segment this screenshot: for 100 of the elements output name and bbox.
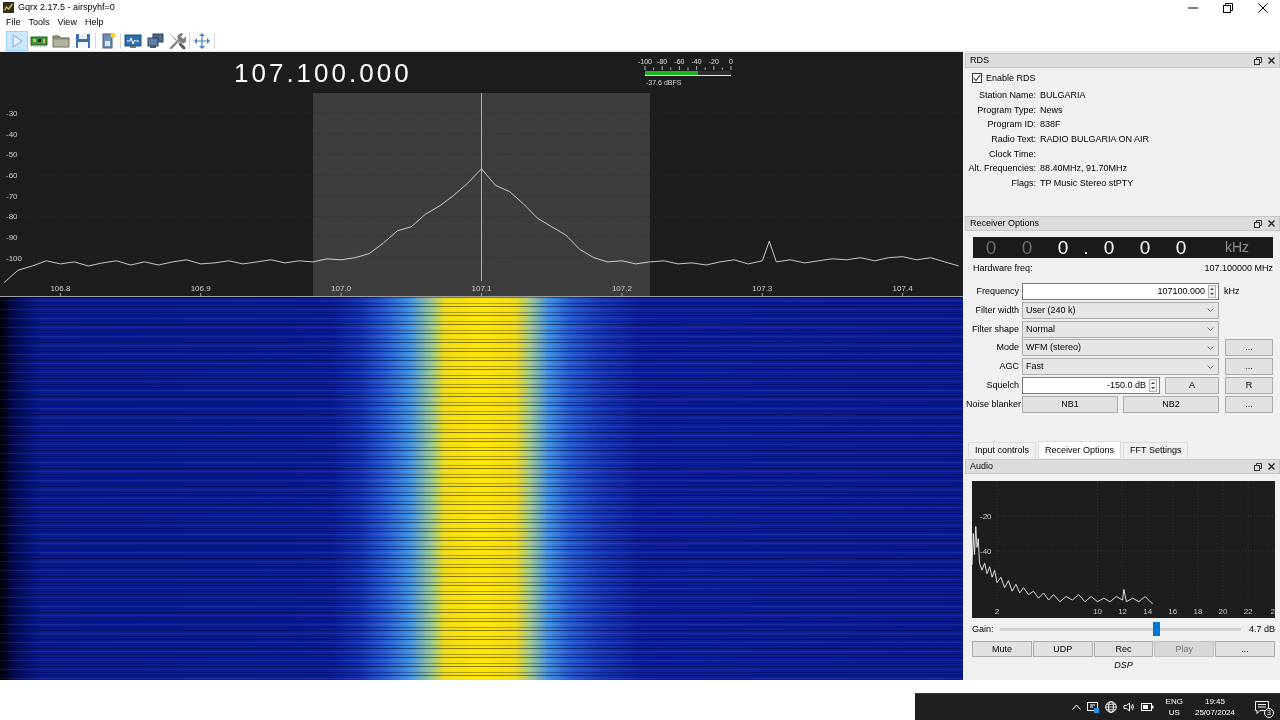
lcd-digit: 0 bbox=[1020, 237, 1034, 258]
field-value: 838F bbox=[1040, 118, 1062, 132]
receiver-button[interactable]: ... bbox=[1225, 339, 1273, 357]
axis-label: -50 bbox=[6, 150, 18, 160]
axis-label: -70 bbox=[6, 191, 18, 201]
gain-reading: 4.7 dB bbox=[1248, 623, 1275, 635]
spin-arrows-icon[interactable] bbox=[1208, 285, 1216, 298]
close-icon[interactable] bbox=[1268, 57, 1275, 64]
menu-item[interactable]: View bbox=[53, 17, 81, 28]
slider-handle[interactable] bbox=[1153, 622, 1161, 636]
field-label: Noise blanker bbox=[966, 398, 1022, 410]
speaker-icon[interactable] bbox=[1122, 701, 1135, 713]
menu-item[interactable]: Help bbox=[80, 17, 108, 28]
panel-title: Receiver Options bbox=[970, 218, 1040, 229]
axis-label: 106.9 bbox=[190, 284, 211, 293]
axis-label: -20 bbox=[980, 512, 992, 521]
undock-icon[interactable] bbox=[1254, 56, 1262, 65]
field-label: Radio Text: bbox=[990, 133, 1036, 147]
axis-label: 107.2 bbox=[611, 284, 632, 293]
chevron-down-icon bbox=[1207, 308, 1214, 313]
lcd-digit: 0 bbox=[1056, 237, 1070, 258]
spin-box[interactable]: -150.0 dB bbox=[1022, 377, 1160, 394]
spin-box[interactable]: 107100.000 bbox=[1022, 283, 1219, 300]
panel-title: RDS bbox=[970, 55, 989, 66]
clock-date[interactable]: 25/07/2024 bbox=[1194, 707, 1235, 718]
lcd-digit: 0 bbox=[984, 237, 998, 258]
region-indicator[interactable]: US bbox=[1168, 707, 1180, 718]
dropdown[interactable]: WFM (stereo) bbox=[1022, 339, 1219, 357]
field-value: BULGARIA bbox=[1040, 89, 1087, 102]
audio-button[interactable]: Rec bbox=[1093, 641, 1154, 657]
receiver-button[interactable]: NB2 bbox=[1123, 395, 1219, 413]
undock-icon[interactable] bbox=[1254, 462, 1262, 471]
dropdown[interactable]: Fast bbox=[1022, 358, 1219, 376]
checkmark-icon bbox=[973, 74, 981, 82]
chevron-down-icon bbox=[1207, 345, 1214, 350]
field-value: 107.100000 MHz bbox=[1204, 262, 1273, 274]
close-icon[interactable] bbox=[1268, 220, 1275, 227]
axis-label: 12 bbox=[1118, 607, 1128, 616]
axis-label: 20 bbox=[1218, 607, 1228, 616]
tab[interactable]: FFT Settings bbox=[1123, 442, 1189, 458]
field-label: Station Name: bbox=[977, 89, 1036, 102]
axis-label: -60 bbox=[6, 171, 18, 180]
chevron-up-icon[interactable] bbox=[1071, 704, 1081, 710]
field-label: Filter shape bbox=[970, 323, 1020, 335]
field-label: Filter width bbox=[974, 304, 1020, 316]
axis-label: 18 bbox=[1193, 607, 1203, 616]
field-value: News bbox=[1040, 103, 1064, 117]
axis-label: -90 bbox=[6, 233, 18, 242]
axis-label: 107.0 bbox=[331, 284, 352, 293]
axis-label: -100 bbox=[6, 253, 22, 263]
clock-time[interactable]: 19:45 bbox=[1204, 696, 1225, 707]
menu-item[interactable]: File bbox=[2, 17, 25, 28]
axis-label: 10 bbox=[1093, 607, 1102, 616]
notification-icon[interactable] bbox=[1255, 700, 1269, 714]
monitor-icon[interactable] bbox=[1086, 701, 1099, 713]
receiver-button[interactable]: NB1 bbox=[1022, 395, 1118, 413]
axis-label: -40 bbox=[6, 129, 18, 139]
field-label: Program Type: bbox=[976, 103, 1036, 117]
receiver-button[interactable]: R bbox=[1225, 377, 1273, 394]
audio-button[interactable]: ... bbox=[1215, 641, 1275, 657]
chevron-down-icon bbox=[1207, 364, 1214, 369]
field-label: Clock Time: bbox=[988, 147, 1036, 161]
undock-icon[interactable] bbox=[1254, 219, 1262, 228]
close-icon[interactable] bbox=[1257, 2, 1268, 13]
panel-title: Audio bbox=[970, 461, 994, 472]
globe-icon[interactable] bbox=[1104, 701, 1117, 713]
axis-label: 2 bbox=[994, 607, 1000, 616]
field-label: AGC bbox=[998, 361, 1020, 373]
field-value: RADIO BULGARIA ON AIR bbox=[1040, 133, 1151, 147]
dropdown[interactable]: Normal bbox=[1022, 320, 1219, 338]
field-value: 88.40MHz, 91.70MHz bbox=[1040, 162, 1129, 176]
axis-label: -80 bbox=[6, 212, 18, 222]
audio-button[interactable]: Mute bbox=[972, 641, 1032, 657]
axis-label: 107.4 bbox=[892, 284, 913, 293]
field-label: Mode bbox=[995, 342, 1020, 354]
menu-item[interactable]: Tools bbox=[24, 17, 54, 28]
axis-label: 106.8 bbox=[50, 284, 71, 293]
receiver-button[interactable]: ... bbox=[1225, 358, 1273, 376]
close-icon[interactable] bbox=[1268, 463, 1275, 470]
field-label: Squelch bbox=[985, 380, 1020, 391]
gain-label: Gain: bbox=[972, 623, 994, 635]
dropdown[interactable]: User (240 k) bbox=[1022, 301, 1219, 319]
axis-label: -40 bbox=[980, 547, 992, 556]
spin-arrows-icon[interactable] bbox=[1149, 379, 1157, 392]
lcd-digit: 0 bbox=[1174, 237, 1188, 258]
field-label: Flags: bbox=[1010, 177, 1036, 191]
axis-label: 107.1 bbox=[471, 284, 492, 293]
receiver-button[interactable]: ... bbox=[1225, 395, 1273, 413]
axis-label: -30 bbox=[6, 109, 18, 118]
checkbox-label[interactable]: Enable RDS bbox=[986, 72, 1036, 84]
restore-icon[interactable] bbox=[1222, 2, 1233, 13]
checkbox[interactable] bbox=[972, 73, 982, 83]
lcd-digit: 0 bbox=[1138, 237, 1152, 258]
battery-icon[interactable] bbox=[1140, 703, 1154, 711]
audio-button[interactable]: UDP bbox=[1032, 641, 1093, 657]
tab[interactable]: Input controls bbox=[968, 442, 1037, 458]
language-indicator[interactable]: ENG bbox=[1165, 696, 1183, 707]
window-title: Gqrx 2.17.5 - airspyhf=0 bbox=[18, 2, 115, 13]
receiver-button[interactable]: A bbox=[1165, 377, 1219, 394]
tab[interactable]: Receiver Options bbox=[1038, 441, 1122, 458]
